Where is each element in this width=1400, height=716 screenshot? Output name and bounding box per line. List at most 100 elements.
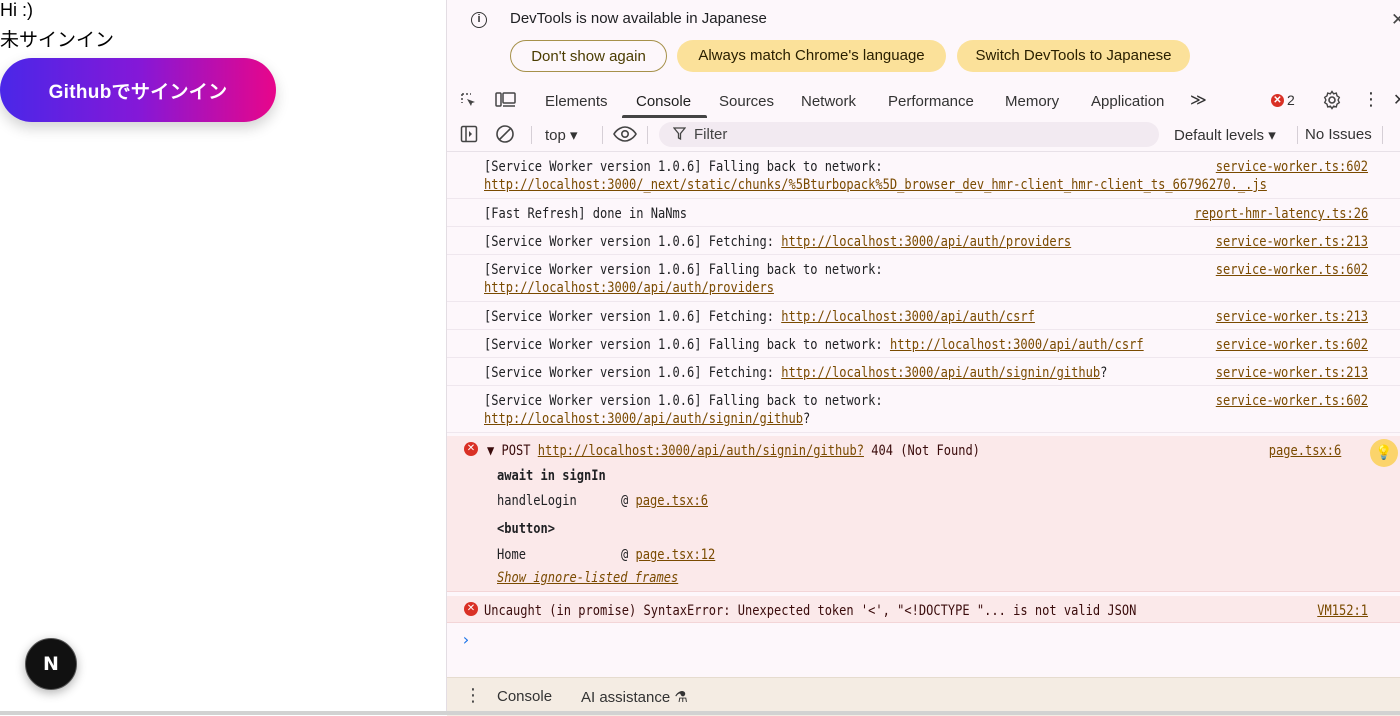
infobar-message: DevTools is now available in Japanese bbox=[510, 10, 767, 27]
drawer-menu-icon[interactable]: ⋮ bbox=[464, 685, 482, 706]
log-text: [Service Worker version 1.0.6] Fetching:… bbox=[484, 309, 1035, 325]
filter-funnel-icon bbox=[672, 127, 687, 141]
switch-to-japanese-button[interactable]: Switch DevTools to Japanese bbox=[957, 40, 1190, 72]
console-log-row: [Service Worker version 1.0.6] Fetching:… bbox=[447, 358, 1400, 386]
stack-frame-link[interactable]: page.tsx:6 bbox=[636, 493, 708, 509]
log-source-link[interactable]: service-worker.ts:602 bbox=[1216, 261, 1368, 279]
log-url-link[interactable]: http://localhost:3000/api/auth/providers bbox=[484, 280, 774, 296]
filter-placeholder: Filter bbox=[694, 126, 728, 143]
console-prompt-icon[interactable]: › bbox=[461, 630, 471, 649]
log-url-link[interactable]: http://localhost:3000/api/auth/signin/gi… bbox=[484, 411, 803, 427]
tab-console[interactable]: Console bbox=[636, 93, 691, 110]
toolbar-divider bbox=[647, 126, 648, 144]
log-text: [Service Worker version 1.0.6] Falling b… bbox=[484, 159, 1267, 193]
close-icon[interactable]: ✕ bbox=[1391, 10, 1400, 30]
tab-performance[interactable]: Performance bbox=[888, 93, 974, 110]
tab-memory[interactable]: Memory bbox=[1005, 93, 1059, 110]
log-url-link[interactable]: http://localhost:3000/api/auth/providers bbox=[781, 234, 1071, 250]
log-url-link[interactable]: http://localhost:3000/api/auth/signin/gi… bbox=[781, 365, 1100, 381]
tab-network[interactable]: Network bbox=[801, 93, 856, 110]
console-log-row: [Service Worker version 1.0.6] Falling b… bbox=[447, 330, 1400, 358]
stack-frame-label: handleLogin bbox=[497, 493, 577, 509]
device-toolbar-icon[interactable] bbox=[495, 91, 517, 109]
log-levels-dropdown[interactable]: Default levels ▾ bbox=[1174, 126, 1276, 144]
more-tabs-icon[interactable]: ≫ bbox=[1190, 90, 1207, 110]
error-text[interactable]: ▼ POST http://localhost:3000/api/auth/si… bbox=[487, 442, 1247, 460]
settings-gear-icon[interactable] bbox=[1322, 90, 1342, 110]
github-signin-button[interactable]: Githubでサインイン bbox=[0, 58, 276, 122]
devtools-panel: i DevTools is now available in Japanese … bbox=[446, 0, 1400, 716]
error-count: 2 bbox=[1287, 92, 1295, 108]
stack-frame-location: @ page.tsx:12 bbox=[621, 547, 716, 563]
stack-frame-label: await in signIn bbox=[497, 468, 606, 484]
log-source-link[interactable]: report-hmr-latency.ts:26 bbox=[1194, 205, 1368, 223]
tab-application[interactable]: Application bbox=[1091, 93, 1164, 110]
stack-frame-label: Home bbox=[497, 547, 526, 563]
error-source-link[interactable]: page.tsx:6 bbox=[1269, 442, 1341, 460]
language-infobar: i DevTools is now available in Japanese … bbox=[447, 0, 1400, 82]
info-icon: i bbox=[471, 12, 487, 28]
console-error-row: ✕ ▼ POST http://localhost:3000/api/auth/… bbox=[447, 436, 1400, 592]
live-expression-eye-icon[interactable] bbox=[613, 126, 637, 142]
console-log-row: [Service Worker version 1.0.6] Falling b… bbox=[447, 255, 1400, 302]
clear-console-icon[interactable] bbox=[495, 124, 515, 144]
log-url-link[interactable]: http://localhost:3000/api/auth/csrf bbox=[890, 337, 1144, 353]
always-match-language-button[interactable]: Always match Chrome's language bbox=[677, 40, 946, 72]
log-source-link[interactable]: service-worker.ts:602 bbox=[1216, 158, 1368, 176]
dont-show-again-button[interactable]: Don't show again bbox=[510, 40, 667, 72]
toolbar-divider bbox=[602, 126, 603, 144]
console-messages: [Service Worker version 1.0.6] Falling b… bbox=[447, 152, 1400, 674]
sidebar-toggle-icon[interactable] bbox=[460, 125, 478, 143]
inspect-element-icon[interactable] bbox=[460, 92, 478, 110]
log-text: [Service Worker version 1.0.6] Falling b… bbox=[484, 393, 883, 427]
stack-frame-label: <button> bbox=[497, 521, 555, 537]
console-log-row: [Service Worker version 1.0.6] Falling b… bbox=[447, 386, 1400, 433]
console-log-row: [Service Worker version 1.0.6] Fetching:… bbox=[447, 302, 1400, 330]
web-page: Hi :) 未サインイン Githubでサインイン N bbox=[0, 0, 446, 715]
log-url-link[interactable]: http://localhost:3000/api/auth/csrf bbox=[781, 309, 1035, 325]
error-icon: ✕ bbox=[1271, 93, 1284, 107]
nextjs-dev-indicator-button[interactable]: N bbox=[25, 638, 77, 690]
ai-insights-lightbulb-icon[interactable]: 💡 bbox=[1370, 439, 1398, 467]
stack-frame-location: @ page.tsx:6 bbox=[621, 493, 709, 509]
error-icon: ✕ bbox=[464, 602, 478, 616]
console-log-row: [Fast Refresh] done in NaNms report-hmr-… bbox=[447, 199, 1400, 227]
devtools-tab-bar: Elements Console Sources Network Perform… bbox=[447, 84, 1400, 119]
toolbar-divider bbox=[531, 126, 532, 144]
window-bottom-edge bbox=[0, 711, 1400, 715]
log-text: [Service Worker version 1.0.6] Fetching:… bbox=[484, 234, 1072, 250]
error-count-badge[interactable]: ✕ 2 bbox=[1271, 92, 1295, 108]
nextjs-logo-icon: N bbox=[43, 653, 59, 675]
console-filter-input[interactable]: Filter bbox=[659, 122, 1159, 147]
error-url-link[interactable]: http://localhost:3000/api/auth/signin/gi… bbox=[538, 443, 864, 459]
drawer-tab-console[interactable]: Console bbox=[497, 688, 552, 705]
more-options-icon[interactable]: ⋮ bbox=[1362, 89, 1380, 110]
log-source-link[interactable]: service-worker.ts:213 bbox=[1216, 364, 1368, 382]
log-text: [Service Worker version 1.0.6] Falling b… bbox=[484, 337, 1144, 353]
tab-elements[interactable]: Elements bbox=[545, 93, 608, 110]
greeting-text: Hi :) bbox=[0, 0, 33, 20]
log-source-link[interactable]: service-worker.ts:213 bbox=[1216, 308, 1368, 326]
tab-sources[interactable]: Sources bbox=[719, 93, 774, 110]
drawer-tab-ai-assistance[interactable]: AI assistance ⚗ bbox=[581, 688, 688, 706]
log-url-link[interactable]: http://localhost:3000/_next/static/chunk… bbox=[484, 177, 1267, 193]
stack-frame-link[interactable]: page.tsx:12 bbox=[636, 547, 716, 563]
error-text: Uncaught (in promise) SyntaxError: Unexp… bbox=[484, 603, 1137, 619]
log-source-link[interactable]: service-worker.ts:602 bbox=[1216, 392, 1368, 410]
log-source-link[interactable]: service-worker.ts:602 bbox=[1216, 336, 1368, 354]
context-selector[interactable]: top ▾ bbox=[545, 126, 578, 144]
issues-counter[interactable]: No Issues bbox=[1305, 126, 1372, 143]
toolbar-divider bbox=[1382, 126, 1383, 144]
flask-icon: ⚗ bbox=[674, 689, 688, 706]
log-source-link[interactable]: service-worker.ts:213 bbox=[1216, 233, 1368, 251]
console-error-row: ✕ Uncaught (in promise) SyntaxError: Une… bbox=[447, 596, 1400, 623]
show-ignore-listed-frames-link[interactable]: Show ignore-listed frames bbox=[497, 569, 678, 587]
close-devtools-icon[interactable]: ✕ bbox=[1393, 90, 1400, 110]
log-text: [Fast Refresh] done in NaNms bbox=[484, 206, 687, 222]
signin-status-text: 未サインイン bbox=[0, 30, 115, 51]
console-log-row: [Service Worker version 1.0.6] Fetching:… bbox=[447, 227, 1400, 255]
log-text: [Service Worker version 1.0.6] Fetching:… bbox=[484, 365, 1108, 381]
error-source-link[interactable]: VM152:1 bbox=[1317, 602, 1368, 620]
error-icon: ✕ bbox=[464, 442, 478, 456]
log-text: [Service Worker version 1.0.6] Falling b… bbox=[484, 262, 883, 296]
